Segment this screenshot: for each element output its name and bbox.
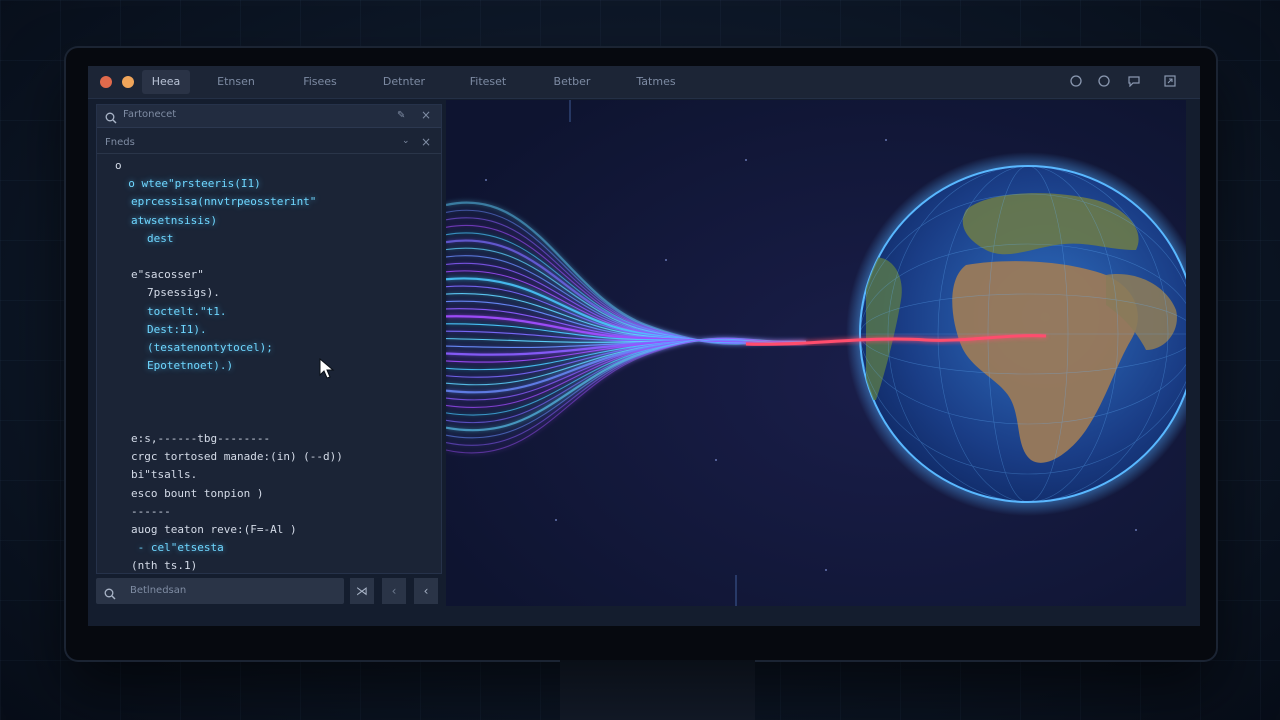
code-line: atwsetnsisis) [131, 213, 218, 227]
code-line: o [115, 159, 122, 172]
tab-betber[interactable]: Betber [544, 70, 600, 94]
code-line: ------ [131, 504, 171, 518]
close-window-button[interactable] [100, 76, 112, 88]
code-line: crgc tortosed manade:(in) (--d)) [131, 450, 343, 464]
window-title-bar: Heea Etnsen Fisees Detnter Fiteset Betbe… [88, 66, 1200, 99]
search-label: Fartonecet [123, 109, 177, 120]
command-input[interactable]: Betlnedsan [96, 578, 344, 604]
data-visualization [446, 100, 1186, 606]
chat-icon[interactable] [1128, 75, 1140, 88]
code-line: Epotetnoet).) [147, 359, 234, 373]
minimize-window-button[interactable] [122, 76, 134, 88]
code-line: dest [147, 231, 174, 245]
section-label: Fneds [105, 137, 135, 148]
search-bar[interactable]: Fartonecet ✎ × [97, 105, 441, 128]
search-icon [105, 109, 117, 128]
code-line: esco bount tonpion ) [131, 486, 264, 500]
record-icon[interactable] [1098, 75, 1110, 87]
code-line: e:s,------tbg-------- [131, 432, 271, 445]
code-line: (tesatenontytocel); [147, 341, 273, 354]
tab-tatmes[interactable]: Tatmes [626, 70, 686, 94]
code-line: (nth ts.1) [131, 559, 198, 573]
expand-icon[interactable] [1164, 75, 1176, 87]
edit-icon[interactable]: ✎ [397, 110, 405, 121]
tab-fisees[interactable]: Fisees [288, 70, 352, 94]
monitor-stand [560, 660, 755, 720]
prev-button[interactable]: ‹ [414, 578, 438, 604]
tab-detnter[interactable]: Detnter [374, 70, 434, 94]
code-line: 7psessigs). [147, 286, 220, 300]
code-line: toctelt."t1. [147, 304, 227, 318]
section-header: Fneds ⌄ × [97, 133, 441, 154]
tab-heea[interactable]: Heea [142, 70, 190, 94]
code-line: auog teaton reve:(F=-Al ) [131, 523, 297, 536]
code-line: o wtee"prsteeris(I1) [115, 177, 261, 191]
back-button[interactable]: ‹ [382, 578, 406, 604]
command-input-text: Betlnedsan [130, 585, 187, 596]
circle-icon[interactable] [1070, 75, 1082, 87]
tab-fiteset[interactable]: Fiteset [458, 70, 518, 94]
code-line: eprcessisa(nnvtrpeossterint" [131, 195, 317, 209]
collapse-button[interactable]: ⋊ [350, 578, 374, 604]
tab-etnsen[interactable]: Etnsen [206, 70, 266, 94]
search-icon [104, 585, 116, 604]
bottom-bar: Betlnedsan ⋊ ‹ ‹ [96, 578, 440, 604]
code-line: - cel"etsesta [131, 541, 224, 555]
code-panel: Fartonecet ✎ × Fneds ⌄ × o o wtee"prste… [96, 104, 442, 574]
mouse-cursor-icon [319, 357, 335, 384]
close-icon[interactable]: × [421, 108, 431, 122]
code-line: e"sacosser" [131, 268, 204, 282]
code-line: Dest:I1). [147, 322, 207, 336]
screen: Heea Etnsen Fisees Detnter Fiteset Betbe… [88, 66, 1200, 626]
close-section-icon[interactable]: × [421, 135, 431, 149]
chevron-down-icon[interactable]: ⌄ [402, 136, 410, 146]
code-line: bi"tsalls. [131, 468, 198, 482]
